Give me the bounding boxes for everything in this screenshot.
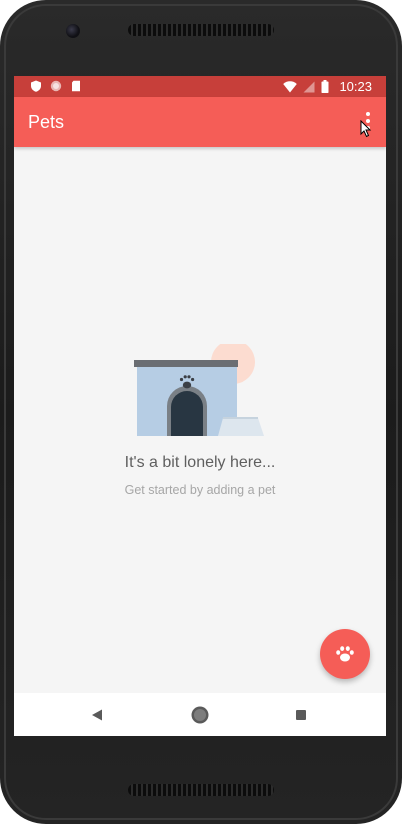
status-bar: 10:23 [14,76,386,97]
signal-icon [303,81,315,92]
mouse-cursor-icon [360,120,372,138]
screen: 10:23 Pets It's a bit lonely here... Get… [14,76,386,736]
app-bar: Pets [14,97,386,147]
battery-icon [321,80,329,93]
navigation-bar [14,693,386,736]
home-button[interactable] [189,704,211,726]
circle-icon [50,80,62,92]
paw-icon [336,646,354,662]
device-frame: 10:23 Pets It's a bit lonely here... Get… [0,0,402,824]
add-pet-button[interactable] [320,629,370,679]
recents-square-icon [296,710,306,720]
status-time: 10:23 [339,79,372,94]
empty-state-subtitle: Get started by adding a pet [124,483,276,497]
empty-state-title: It's a bit lonely here... [124,454,276,471]
bottom-speaker-grille [128,784,274,796]
top-speaker-grille [128,24,274,36]
sd-card-icon [72,80,80,92]
recents-button[interactable] [290,704,312,726]
front-camera [66,24,80,38]
shield-icon [31,80,41,92]
dog-house-illustration [134,344,264,436]
wifi-icon [283,80,298,92]
back-button[interactable] [86,704,108,726]
back-triangle-icon [92,709,102,721]
page-title: Pets [28,112,65,132]
home-circle-icon [191,706,209,724]
